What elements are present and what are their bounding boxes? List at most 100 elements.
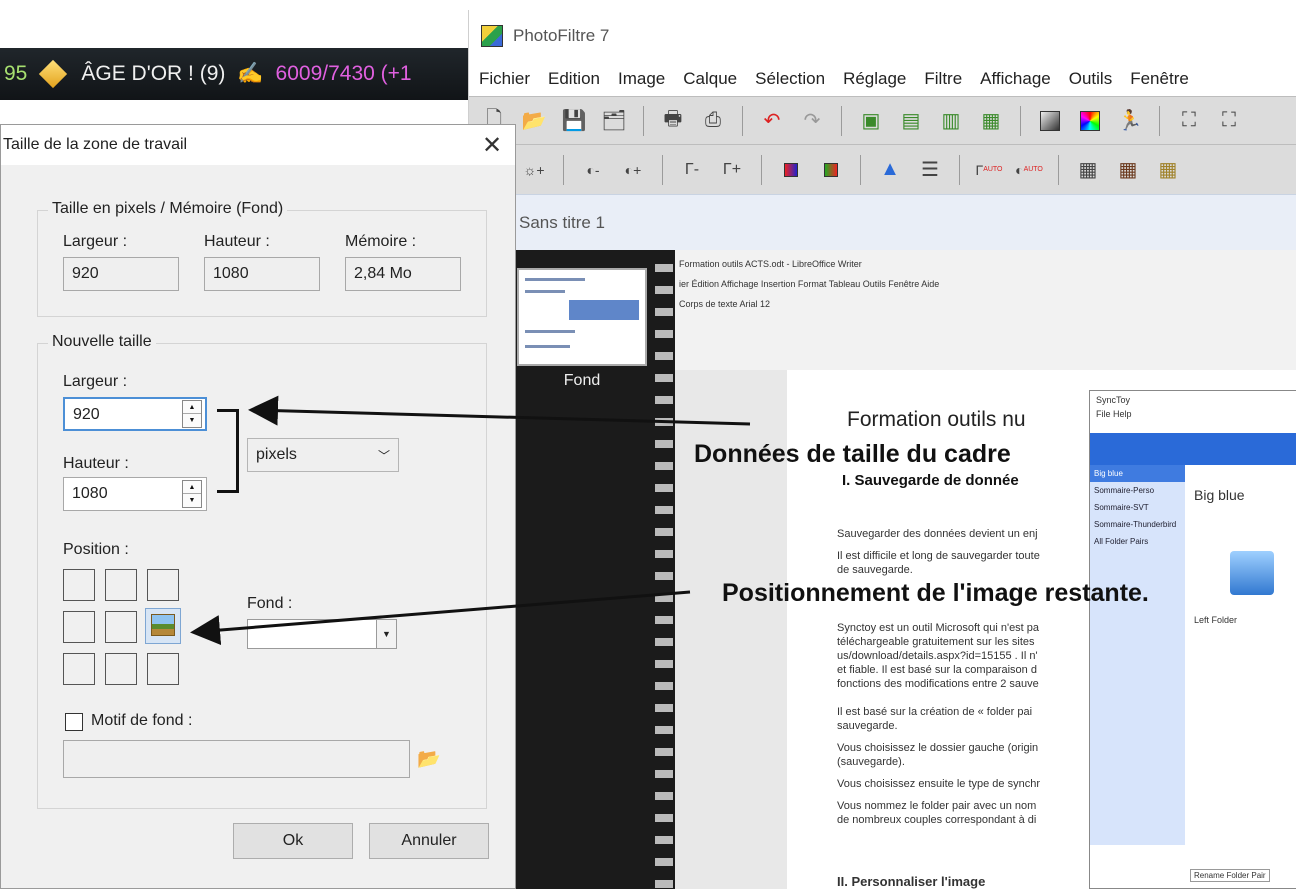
- menu-image[interactable]: Image: [618, 69, 665, 89]
- writer-section-title: I. Sauvegarde de donnée: [842, 472, 1019, 489]
- browse-icon[interactable]: 🗂: [599, 106, 629, 136]
- height-label: Hauteur :: [204, 233, 270, 250]
- run-icon[interactable]: 🏃: [1115, 106, 1145, 136]
- open-folder-icon[interactable]: 📂: [519, 106, 549, 136]
- position-bottom-center[interactable]: [105, 653, 137, 685]
- writer-heading: Formation outils nu: [847, 408, 1026, 431]
- brightness-up-icon[interactable]: ☼+: [519, 155, 549, 185]
- contrast-up-icon[interactable]: ◐+: [618, 155, 648, 185]
- writer-line: Il est basé sur la création de « folder …: [837, 706, 1033, 718]
- height-spinner[interactable]: ▲ ▼: [182, 480, 202, 508]
- background-color-combo[interactable]: ▼: [247, 619, 397, 649]
- writer-line: Il est difficile et long de sauvegarder …: [837, 550, 1040, 562]
- position-top-center[interactable]: [105, 569, 137, 601]
- document-tab[interactable]: Sans titre 1: [469, 194, 1296, 250]
- menu-affichage[interactable]: Affichage: [980, 69, 1051, 89]
- position-bottom-right[interactable]: [147, 653, 179, 685]
- toolbar-separator: [662, 154, 663, 185]
- grid-icon[interactable]: ▦: [1073, 155, 1103, 185]
- position-top-right[interactable]: [147, 569, 179, 601]
- color-palette-icon[interactable]: [1075, 106, 1105, 136]
- synctoy-header-band: [1090, 433, 1296, 465]
- toolbar-separator: [563, 154, 564, 185]
- folder-open-icon[interactable]: 📂: [417, 747, 443, 771]
- synctoy-folder-list: Big blue Sommaire-Perso Sommaire-SVT Som…: [1090, 465, 1185, 845]
- chevron-down-icon[interactable]: ▼: [376, 620, 396, 648]
- menu-fenetre[interactable]: Fenêtre: [1130, 69, 1189, 89]
- menu-calque[interactable]: Calque: [683, 69, 737, 89]
- workspace: Fond Formation outils ACTS.odt - LibreOf…: [469, 250, 1296, 889]
- grid-dark-icon[interactable]: ▦: [1113, 155, 1143, 185]
- paste-new-icon[interactable]: ▥: [936, 106, 966, 136]
- chevron-down-icon[interactable]: ▼: [183, 494, 201, 507]
- new-width-label: Largeur :: [63, 373, 128, 390]
- paste-image-icon[interactable]: ▤: [896, 106, 926, 136]
- menu-filtre[interactable]: Filtre: [924, 69, 962, 89]
- grid-light-icon[interactable]: ▦: [1153, 155, 1183, 185]
- group-legend: Taille en pixels / Mémoire (Fond): [48, 200, 288, 218]
- copy-image-icon[interactable]: ▣: [856, 106, 886, 136]
- undo-icon[interactable]: ↶: [757, 106, 787, 136]
- toolbar-separator: [742, 105, 743, 136]
- position-center[interactable]: [105, 611, 137, 643]
- auto-gamma-icon[interactable]: Γ AUTO: [974, 155, 1004, 185]
- unit-select[interactable]: pixels ﹀: [247, 438, 399, 472]
- layer-thumbnail[interactable]: [517, 268, 647, 366]
- position-bottom-left[interactable]: [63, 653, 95, 685]
- redo-icon[interactable]: ↷: [797, 106, 827, 136]
- close-icon[interactable]: ✕: [469, 125, 515, 165]
- saturation-up-icon[interactable]: [816, 155, 846, 185]
- scan-icon[interactable]: ⎙: [698, 106, 728, 136]
- menu-edition[interactable]: Edition: [548, 69, 600, 89]
- synctoy-item: Sommaire-Perso: [1094, 486, 1155, 495]
- auto-contrast-icon[interactable]: ◐ AUTO: [1014, 155, 1044, 185]
- grayscale-icon[interactable]: [1035, 106, 1065, 136]
- transform-icon[interactable]: ⛶: [1174, 106, 1204, 136]
- menu-outils[interactable]: Outils: [1069, 69, 1112, 89]
- duplicate-icon[interactable]: ▦: [976, 106, 1006, 136]
- golden-age-label: ÂGE D'OR ! (9): [81, 62, 226, 85]
- menu-fichier[interactable]: Fichier: [479, 69, 530, 89]
- writer-line: et fiable. Il est basé sur la comparaiso…: [837, 664, 1037, 676]
- writer-line: Synctoy est un outil Microsoft qui n'est…: [837, 622, 1040, 634]
- chevron-down-icon[interactable]: ▼: [183, 414, 201, 427]
- menu-reglage[interactable]: Réglage: [843, 69, 906, 89]
- position-label: Position :: [63, 541, 129, 558]
- synctoy-item: Sommaire-SVT: [1094, 503, 1149, 512]
- main-toolbar: 🗋 📂 💾 🗂 🖶 ⎙ ↶ ↷ ▣ ▤ ▥ ▦ 🏃 ⛶ ⛶: [469, 96, 1296, 144]
- ok-button[interactable]: Ok: [233, 823, 353, 859]
- position-middle-right[interactable]: [145, 608, 181, 644]
- quill-icon: ✍: [237, 62, 264, 85]
- writer-format-text: Corps de texte Arial 12: [679, 299, 771, 309]
- writer-line: (sauvegarde).: [837, 756, 905, 768]
- pattern-checkbox[interactable]: [65, 713, 83, 731]
- image-canvas: Formation outils ACTS.odt - LibreOffice …: [675, 250, 1296, 889]
- position-middle-left[interactable]: [63, 611, 95, 643]
- menu-selection[interactable]: Sélection: [755, 69, 825, 89]
- photofiltre-title: PhotoFiltre 7: [513, 26, 610, 45]
- gamma-up-icon[interactable]: Γ+: [717, 155, 747, 185]
- synctoy-item: Big blue: [1090, 465, 1185, 482]
- levels-icon[interactable]: ▲: [875, 155, 905, 185]
- game-strip: 95 ÂGE D'OR ! (9) ✍ 6009/7430 (+1: [0, 0, 470, 125]
- writer-line: sauvegarde.: [837, 720, 898, 732]
- curves-icon[interactable]: ☰: [915, 155, 945, 185]
- saturation-down-icon[interactable]: [776, 155, 806, 185]
- writer-line: fonctions des modifications entre 2 sauv…: [837, 678, 1039, 690]
- synctoy-left-folder: Left Folder: [1194, 615, 1238, 625]
- contrast-down-icon[interactable]: ◐-: [578, 155, 608, 185]
- print-icon[interactable]: 🖶: [658, 106, 688, 136]
- cancel-button[interactable]: Annuler: [369, 823, 489, 859]
- transform2-icon[interactable]: ⛶: [1214, 106, 1244, 136]
- gamma-down-icon[interactable]: Γ-: [677, 155, 707, 185]
- filter-toolbar: ☼- ☼+ ◐- ◐+ Γ- Γ+ ▲ ☰ ΓAUTO ◐AUTO ▦ ▦ ▦: [469, 144, 1296, 194]
- chevron-up-icon[interactable]: ▲: [183, 481, 201, 494]
- width-spinner[interactable]: ▲ ▼: [182, 400, 202, 428]
- dialog-title: Taille de la zone de travail: [3, 136, 188, 153]
- chevron-up-icon[interactable]: ▲: [183, 401, 201, 414]
- save-icon[interactable]: 💾: [559, 106, 589, 136]
- writer-line: Sauvegarder des données devient un enj: [837, 528, 1038, 540]
- position-top-left[interactable]: [63, 569, 95, 601]
- writer-line: de nombreux couples correspondant à di: [837, 814, 1037, 826]
- writer-menu-text: ier Édition Affichage Insertion Format T…: [679, 279, 940, 289]
